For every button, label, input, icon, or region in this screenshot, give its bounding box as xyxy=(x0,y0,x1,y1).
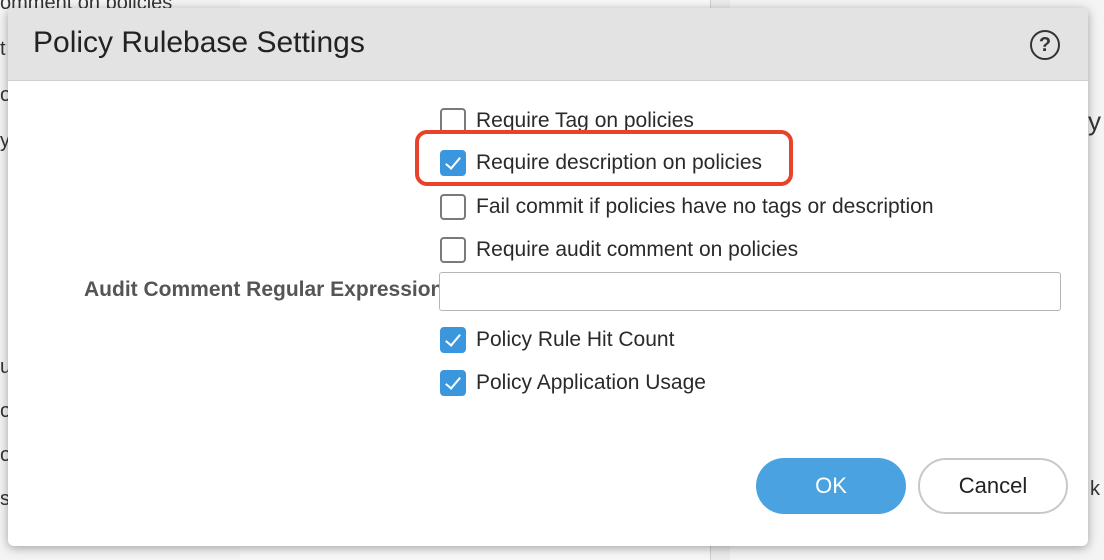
question-circle-icon[interactable]: ? xyxy=(1030,30,1060,60)
fail-commit-checkbox[interactable] xyxy=(440,194,466,220)
require-audit-comment-label: Require audit comment on policies xyxy=(476,238,799,261)
background-text: t xyxy=(0,38,6,60)
dialog-title: Policy Rulebase Settings xyxy=(33,26,365,59)
background-text: y xyxy=(1088,106,1101,136)
policy-rule-hit-count-checkbox[interactable] xyxy=(440,327,466,353)
require-audit-comment-option[interactable]: Require audit comment on policies xyxy=(440,235,798,265)
cancel-button[interactable]: Cancel xyxy=(918,458,1068,514)
highlight-annotation xyxy=(415,130,793,186)
fail-commit-label: Fail commit if policies have no tags or … xyxy=(476,195,934,218)
fail-commit-option[interactable]: Fail commit if policies have no tags or … xyxy=(440,192,934,222)
dialog-header: Policy Rulebase Settings ? xyxy=(8,8,1088,81)
background-text: k xyxy=(1090,478,1100,500)
audit-regex-input[interactable] xyxy=(439,272,1061,311)
require-audit-comment-checkbox[interactable] xyxy=(440,237,466,263)
policy-rule-hit-count-label: Policy Rule Hit Count xyxy=(476,328,675,351)
audit-regex-label: Audit Comment Regular Expression xyxy=(84,278,444,301)
policy-rulebase-settings-dialog: Policy Rulebase Settings ? Require Tag o… xyxy=(8,8,1088,546)
ok-button[interactable]: OK xyxy=(756,458,906,514)
policy-application-usage-checkbox[interactable] xyxy=(440,370,466,396)
policy-rule-hit-count-option[interactable]: Policy Rule Hit Count xyxy=(440,325,674,355)
policy-application-usage-label: Policy Application Usage xyxy=(476,371,706,394)
policy-application-usage-option[interactable]: Policy Application Usage xyxy=(440,368,706,398)
